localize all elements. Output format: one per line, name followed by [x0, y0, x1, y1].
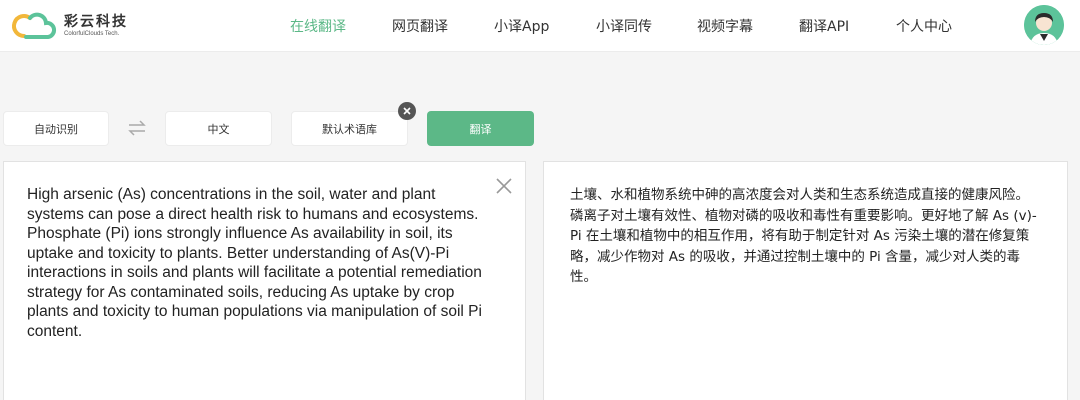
close-icon [403, 107, 411, 115]
brand-name: 彩云科技 [64, 14, 128, 30]
nav-online-translate[interactable]: 在线翻译 [290, 16, 346, 36]
translate-button[interactable]: 翻译 [427, 111, 534, 146]
brand-subtitle: ColorfulClouds Tech. [64, 31, 120, 37]
avatar-icon [1024, 5, 1064, 45]
nav-web-translate[interactable]: 网页翻译 [392, 16, 448, 36]
source-text-panel[interactable]: High arsenic (As) concentrations in the … [3, 161, 526, 400]
top-header: 彩云科技 ColorfulClouds Tech. 在线翻译 网页翻译 小译Ap… [0, 0, 1080, 52]
cloud-logo-icon [10, 11, 58, 41]
glossary-select[interactable]: 默认术语库 [291, 111, 408, 146]
clear-source-icon[interactable] [494, 176, 514, 196]
source-language-label: 自动识别 [34, 122, 78, 136]
target-language-label: 中文 [207, 122, 230, 136]
clear-glossary-button[interactable] [398, 102, 416, 120]
brand-logo[interactable]: 彩云科技 ColorfulClouds Tech. [10, 9, 128, 43]
nav-app[interactable]: 小译App [494, 16, 549, 36]
nav-simultaneous[interactable]: 小译同传 [596, 16, 652, 36]
result-text-panel: 土壤、水和植物系统中砷的高浓度会对人类和生态系统造成直接的健康风险。磷离子对土壤… [543, 161, 1068, 400]
nav-video-subtitles[interactable]: 视频字幕 [697, 16, 753, 36]
source-language-select[interactable]: 自动识别 [3, 111, 109, 146]
swap-languages-icon[interactable] [126, 118, 148, 138]
nav-api[interactable]: 翻译API [799, 16, 849, 36]
user-avatar[interactable] [1024, 5, 1064, 45]
result-text: 土壤、水和植物系统中砷的高浓度会对人类和生态系统造成直接的健康风险。磷离子对土壤… [570, 187, 1037, 285]
translate-button-label: 翻译 [469, 122, 492, 136]
glossary-label: 默认术语库 [322, 122, 377, 136]
source-text[interactable]: High arsenic (As) concentrations in the … [27, 185, 489, 341]
target-language-select[interactable]: 中文 [165, 111, 272, 146]
nav-profile[interactable]: 个人中心 [896, 16, 952, 36]
brand-text: 彩云科技 ColorfulClouds Tech. [64, 14, 128, 38]
